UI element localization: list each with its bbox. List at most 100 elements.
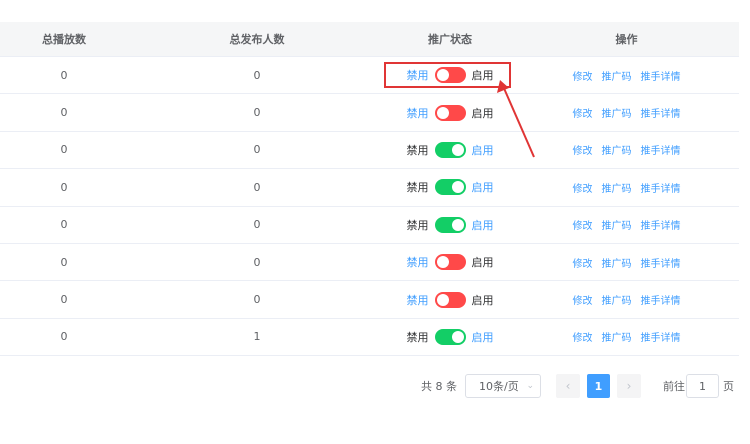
cell-total-plays: 0	[60, 68, 68, 82]
switch-label-disable[interactable]: 禁用	[407, 142, 429, 158]
cell-total-plays: 0	[60, 218, 68, 232]
cell-total-publishers: 0	[253, 218, 261, 232]
edit-link[interactable]: 修改	[573, 68, 593, 83]
goto-page-input[interactable]: 1	[686, 374, 719, 398]
promotion-status-switch[interactable]	[434, 104, 466, 121]
edit-link[interactable]: 修改	[573, 329, 593, 344]
table-row: 0 0 禁用 启用 修改 推广码 推手详情	[0, 207, 739, 244]
switch-label-disable[interactable]: 禁用	[407, 217, 429, 233]
table-row: 0 0 禁用 启用 修改 推广码 推手详情	[0, 281, 739, 319]
promotion-status-switch[interactable]	[434, 291, 466, 308]
page-size-value: 10条/页	[479, 380, 519, 393]
cell-total-publishers: 0	[253, 106, 261, 120]
goto-label: 前往	[663, 380, 685, 393]
promo-code-link[interactable]: 推广码	[602, 105, 632, 120]
promotion-status-switch[interactable]	[434, 141, 466, 158]
prev-page-button[interactable]: ‹	[556, 374, 580, 398]
cell-actions: 修改 推广码 推手详情	[514, 105, 739, 120]
table-row: 0 0 禁用 启用 修改 推广码 推手详情	[0, 94, 739, 132]
edit-link[interactable]: 修改	[573, 217, 593, 232]
promoter-details-link[interactable]: 推手详情	[641, 105, 681, 120]
switch-label-disable[interactable]: 禁用	[407, 179, 429, 195]
cell-actions: 修改 推广码 推手详情	[514, 255, 739, 270]
table-row: 0 0 禁用 启用 修改 推广码 推手详情	[0, 244, 739, 282]
promo-code-link[interactable]: 推广码	[602, 142, 632, 157]
header-total-plays: 总播放数	[42, 33, 86, 46]
promo-code-link[interactable]: 推广码	[602, 180, 632, 195]
page-number-current[interactable]: 1	[587, 374, 610, 398]
promoter-details-link[interactable]: 推手详情	[641, 329, 681, 344]
cell-total-plays: 0	[60, 106, 68, 120]
promoter-details-link[interactable]: 推手详情	[641, 180, 681, 195]
switch-label-enable[interactable]: 启用	[472, 105, 494, 121]
cell-total-publishers: 0	[253, 143, 261, 157]
annotation-highlight-box	[384, 62, 511, 88]
cell-actions: 修改 推广码 推手详情	[514, 180, 739, 195]
header-actions: 操作	[615, 33, 638, 46]
cell-total-plays: 0	[60, 255, 68, 269]
chevron-down-icon: ⌄	[526, 381, 534, 391]
promo-code-link[interactable]: 推广码	[602, 255, 632, 270]
cell-total-plays: 0	[60, 330, 68, 344]
switch-label-disable[interactable]: 禁用	[407, 254, 429, 270]
switch-label-enable[interactable]: 启用	[472, 292, 494, 308]
switch-label-enable[interactable]: 启用	[472, 217, 494, 233]
promotion-table: 总播放数 总发布人数 推广状态 操作 0 0 禁用 启用 修改 推广码 推手详情…	[0, 22, 739, 357]
switch-label-disable[interactable]: 禁用	[407, 105, 429, 121]
edit-link[interactable]: 修改	[573, 292, 593, 307]
cell-promotion-status: 禁用 启用	[386, 328, 514, 345]
edit-link[interactable]: 修改	[573, 255, 593, 270]
cell-total-publishers: 0	[253, 68, 261, 82]
promotion-status-switch[interactable]	[434, 179, 466, 196]
promotion-status-switch[interactable]	[434, 216, 466, 233]
switch-label-enable[interactable]: 启用	[472, 329, 494, 345]
table-header: 总播放数 总发布人数 推广状态 操作	[0, 22, 739, 57]
switch-label-disable[interactable]: 禁用	[407, 329, 429, 345]
page-size-select[interactable]: 10条/页 ⌄	[465, 374, 541, 398]
cell-promotion-status: 禁用 启用	[386, 179, 514, 196]
cell-actions: 修改 推广码 推手详情	[514, 217, 739, 232]
promoter-details-link[interactable]: 推手详情	[641, 217, 681, 232]
switch-knob	[451, 143, 464, 156]
switch-label-enable[interactable]: 启用	[472, 254, 494, 270]
promo-code-link[interactable]: 推广码	[602, 68, 632, 83]
promo-code-link[interactable]: 推广码	[602, 292, 632, 307]
header-promotion-status: 推广状态	[428, 33, 472, 46]
edit-link[interactable]: 修改	[573, 180, 593, 195]
table-body: 0 0 禁用 启用 修改 推广码 推手详情 0 0 禁用 启用 修改 推广码 推…	[0, 57, 739, 357]
promoter-details-link[interactable]: 推手详情	[641, 292, 681, 307]
switch-knob	[451, 218, 464, 231]
cell-total-plays: 0	[60, 143, 68, 157]
table-row: 0 0 禁用 启用 修改 推广码 推手详情	[0, 57, 739, 95]
header-total-publishers: 总发布人数	[229, 33, 285, 46]
promotion-status-switch[interactable]	[434, 254, 466, 271]
pagination-total: 共 8 条	[421, 380, 457, 393]
cell-total-plays: 0	[60, 293, 68, 307]
promotion-status-switch[interactable]	[434, 328, 466, 345]
edit-link[interactable]: 修改	[573, 105, 593, 120]
cell-promotion-status: 禁用 启用	[386, 291, 514, 308]
goto-suffix: 页	[723, 380, 734, 393]
cell-promotion-status: 禁用 启用	[386, 104, 514, 121]
promo-code-link[interactable]: 推广码	[602, 329, 632, 344]
promoter-details-link[interactable]: 推手详情	[641, 68, 681, 83]
table-row: 0 1 禁用 启用 修改 推广码 推手详情	[0, 319, 739, 357]
cell-total-publishers: 0	[253, 180, 261, 194]
next-page-button[interactable]: ›	[617, 374, 641, 398]
chevron-right-icon: ›	[626, 379, 632, 393]
promoter-details-link[interactable]: 推手详情	[641, 142, 681, 157]
cell-total-publishers: 0	[253, 293, 261, 307]
cell-promotion-status: 禁用 启用	[386, 141, 514, 158]
switch-label-enable[interactable]: 启用	[472, 142, 494, 158]
cell-total-publishers: 0	[253, 255, 261, 269]
edit-link[interactable]: 修改	[573, 142, 593, 157]
switch-label-enable[interactable]: 启用	[472, 179, 494, 195]
promoter-details-link[interactable]: 推手详情	[641, 255, 681, 270]
promo-code-link[interactable]: 推广码	[602, 217, 632, 232]
table-row: 0 0 禁用 启用 修改 推广码 推手详情	[0, 132, 739, 170]
cell-total-plays: 0	[60, 180, 68, 194]
switch-knob	[451, 330, 464, 343]
switch-label-disable[interactable]: 禁用	[407, 292, 429, 308]
cell-total-publishers: 1	[253, 330, 261, 344]
switch-knob	[436, 256, 449, 269]
